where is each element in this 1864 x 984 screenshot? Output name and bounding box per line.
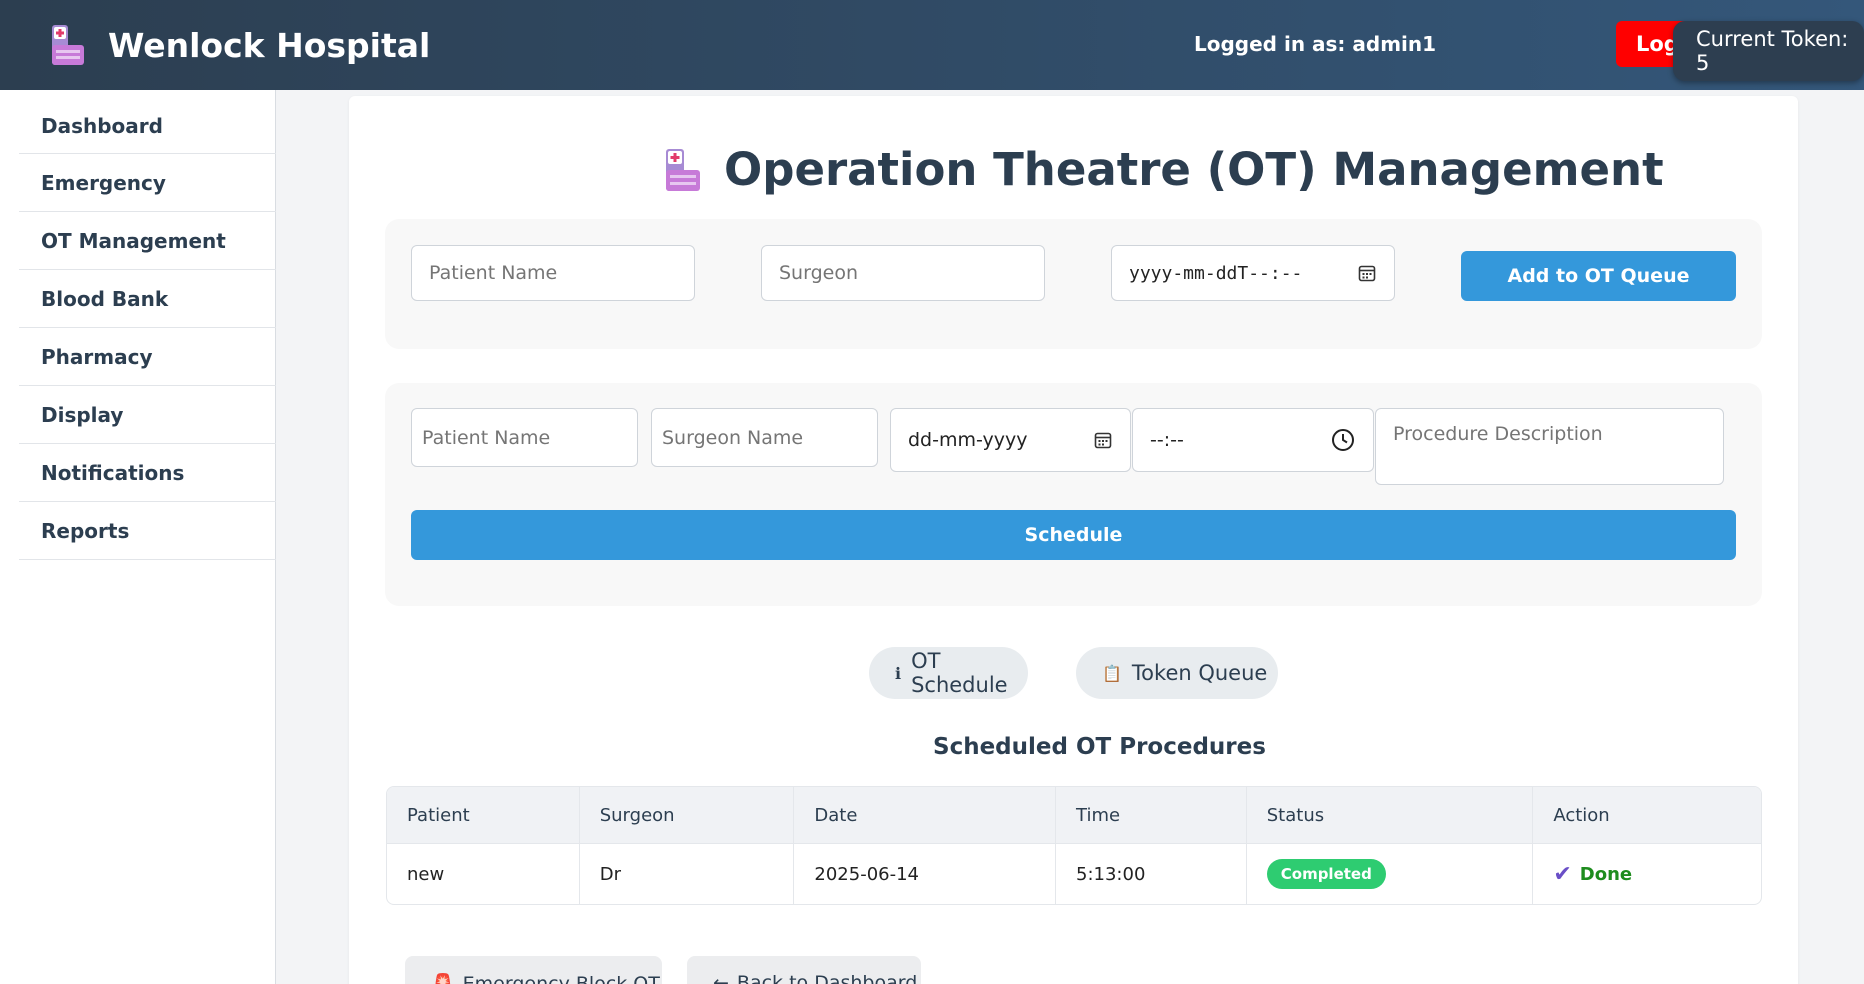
current-token-badge: Current Token: 5 (1673, 21, 1864, 81)
column-header-status: Status (1247, 787, 1534, 843)
add-to-ot-queue-button[interactable]: Add to OT Queue (1461, 251, 1736, 301)
status-badge: Completed (1266, 859, 1386, 889)
schedule-patient-name-input[interactable]: Patient Name (411, 408, 638, 467)
sidebar-item-reports[interactable]: Reports (19, 502, 276, 560)
queue-surgeon-input[interactable]: Surgeon (761, 245, 1045, 301)
sidebar: Dashboard Emergency OT Management Blood … (0, 90, 276, 984)
tab-token-queue[interactable]: 📋 Token Queue (1076, 647, 1278, 699)
datetime-value: yyyy-mm-ddT--:-- (1129, 262, 1303, 284)
emergency-block-ot-button[interactable]: 🚨 Emergency Block OT (405, 956, 662, 984)
page-title: Operation Theatre (OT) Management (662, 143, 1664, 196)
schedule-surgeon-name-input[interactable]: Surgeon Name (651, 408, 878, 467)
calendar-icon[interactable] (1358, 264, 1376, 282)
column-header-patient: Patient (387, 787, 580, 843)
sidebar-item-ot-management[interactable]: OT Management (19, 212, 276, 270)
cell-status: Completed (1247, 844, 1534, 904)
clock-icon[interactable] (1331, 428, 1355, 452)
date-value: dd-mm-yyyy (908, 429, 1028, 451)
sidebar-item-dashboard[interactable]: Dashboard (19, 90, 276, 154)
ot-procedures-table: Patient Surgeon Date Time Status Action … (386, 786, 1762, 905)
cell-time: 5:13:00 (1056, 844, 1247, 904)
time-value: --:-- (1150, 429, 1184, 451)
table-title: Scheduled OT Procedures (933, 734, 1266, 760)
page-heading: Operation Theatre (OT) Management (724, 143, 1664, 196)
cell-date: 2025-06-14 (794, 844, 1057, 904)
calendar-icon[interactable] (1094, 431, 1112, 449)
sidebar-item-blood-bank[interactable]: Blood Bank (19, 270, 276, 328)
table-header-row: Patient Surgeon Date Time Status Action (387, 787, 1761, 843)
back-to-dashboard-label: Back to Dashboard (736, 972, 918, 984)
siren-icon: 🚨 (431, 973, 455, 984)
procedure-description-input[interactable]: Procedure Description (1375, 408, 1724, 485)
cell-patient: new (387, 844, 580, 904)
sidebar-item-display[interactable]: Display (19, 386, 276, 444)
done-indicator: ✔ Done (1553, 862, 1632, 887)
back-to-dashboard-button[interactable]: ← Back to Dashboard (687, 956, 921, 984)
sidebar-item-emergency[interactable]: Emergency (19, 154, 276, 212)
tab-token-queue-label: Token Queue (1131, 661, 1268, 685)
cell-action: ✔ Done (1533, 844, 1761, 904)
sidebar-item-pharmacy[interactable]: Pharmacy (19, 328, 276, 386)
schedule-time-input[interactable]: --:-- (1132, 408, 1374, 472)
sidebar-item-notifications[interactable]: Notifications (19, 444, 276, 502)
clipboard-icon: 📋 (1102, 663, 1122, 683)
column-header-action: Action (1553, 804, 1610, 826)
schedule-date-input[interactable]: dd-mm-yyyy (890, 408, 1131, 472)
info-icon: ℹ (895, 663, 902, 683)
hospital-icon (52, 25, 84, 65)
column-header-time: Time (1056, 787, 1247, 843)
queue-datetime-input[interactable]: yyyy-mm-ddT--:-- (1111, 245, 1395, 301)
app-title: Wenlock Hospital (108, 25, 431, 65)
back-arrow-icon: ← (713, 972, 729, 984)
tab-ot-schedule-label: OT Schedule (911, 649, 1008, 697)
check-icon: ✔ (1553, 861, 1572, 887)
action-label: Done (1579, 863, 1633, 885)
tab-ot-schedule[interactable]: ℹ OT Schedule (869, 647, 1028, 699)
top-header: Wenlock Hospital Logged in as: admin1 Lo… (0, 0, 1864, 90)
table-row: new Dr 2025-06-14 5:13:00 Completed ✔ Do… (387, 843, 1761, 904)
column-header-surgeon: Surgeon (580, 787, 795, 843)
emergency-block-ot-label: Emergency Block OT (462, 973, 660, 984)
cell-surgeon: Dr (580, 844, 795, 904)
logged-in-user: Logged in as: admin1 (1194, 32, 1437, 56)
brand: Wenlock Hospital (46, 23, 430, 67)
schedule-button[interactable]: Schedule (411, 510, 1736, 560)
queue-patient-name-input[interactable]: Patient Name (411, 245, 695, 301)
hospital-icon (666, 148, 700, 191)
column-header-date: Date (794, 787, 1057, 843)
